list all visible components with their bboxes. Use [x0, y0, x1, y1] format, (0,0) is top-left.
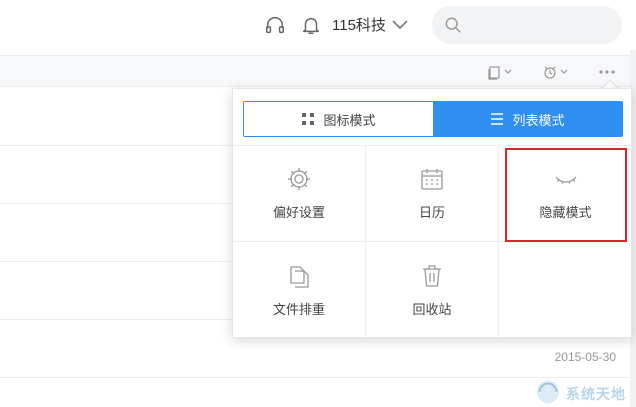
copy-icon	[488, 66, 500, 80]
list-icon	[491, 113, 504, 125]
clean-button[interactable]	[542, 62, 568, 82]
clean-icon	[544, 66, 556, 79]
chevron-down-icon	[504, 69, 512, 74]
watermark-logo	[536, 380, 560, 404]
file-toolbar	[0, 55, 636, 87]
menu-item-label: 偏好设置	[272, 205, 325, 220]
dedupe-files-button[interactable]: 文件排重	[233, 242, 366, 338]
copy-button[interactable]	[486, 62, 512, 82]
view-menu: 图标模式 列表模式 偏好设置 日历 隐藏模式 文件排重 回收站	[232, 88, 632, 338]
menu-grid: 偏好设置 日历 隐藏模式 文件排重 回收站	[233, 145, 632, 338]
list-mode-label: 列表模式	[512, 112, 565, 128]
more-icon	[599, 70, 615, 74]
chevron-down-icon	[392, 19, 408, 29]
user-menu[interactable]: 115科技	[332, 14, 408, 35]
more-button[interactable]	[598, 62, 616, 82]
icon-mode-label: 图标模式	[323, 112, 376, 128]
top-header: 115科技	[0, 0, 636, 50]
bell-icon[interactable]	[298, 12, 324, 38]
search-icon	[445, 17, 461, 33]
watermark: 系统天地	[532, 376, 636, 407]
headset-icon[interactable]	[262, 12, 288, 38]
watermark-text: 系统天地	[566, 386, 626, 402]
recycle-bin-button[interactable]: 回收站	[366, 242, 499, 338]
calendar-icon	[421, 169, 443, 190]
icon-mode-button[interactable]: 图标模式	[244, 102, 433, 136]
menu-item-label: 回收站	[412, 301, 452, 317]
duplicate-file-icon	[290, 265, 309, 288]
view-mode-toggle: 图标模式 列表模式	[243, 101, 623, 137]
list-mode-button[interactable]: 列表模式	[433, 102, 622, 136]
hidden-mode-button[interactable]: 隐藏模式	[499, 146, 632, 242]
calendar-button[interactable]: 日历	[366, 146, 499, 242]
user-name: 115科技	[332, 17, 386, 34]
trash-icon	[423, 264, 441, 287]
search-box[interactable]	[432, 6, 622, 44]
menu-item-label: 日历	[418, 205, 445, 220]
grid-icon	[302, 113, 315, 125]
preferences-button[interactable]: 偏好设置	[233, 146, 366, 242]
menu-item-label: 文件排重	[272, 301, 325, 317]
gear-icon	[288, 168, 310, 190]
row-date: 2015-05-30	[554, 350, 616, 364]
chevron-down-icon	[560, 69, 568, 74]
search-input[interactable]	[470, 14, 610, 36]
menu-item-label: 隐藏模式	[539, 205, 592, 220]
closed-eye-icon	[554, 176, 577, 184]
